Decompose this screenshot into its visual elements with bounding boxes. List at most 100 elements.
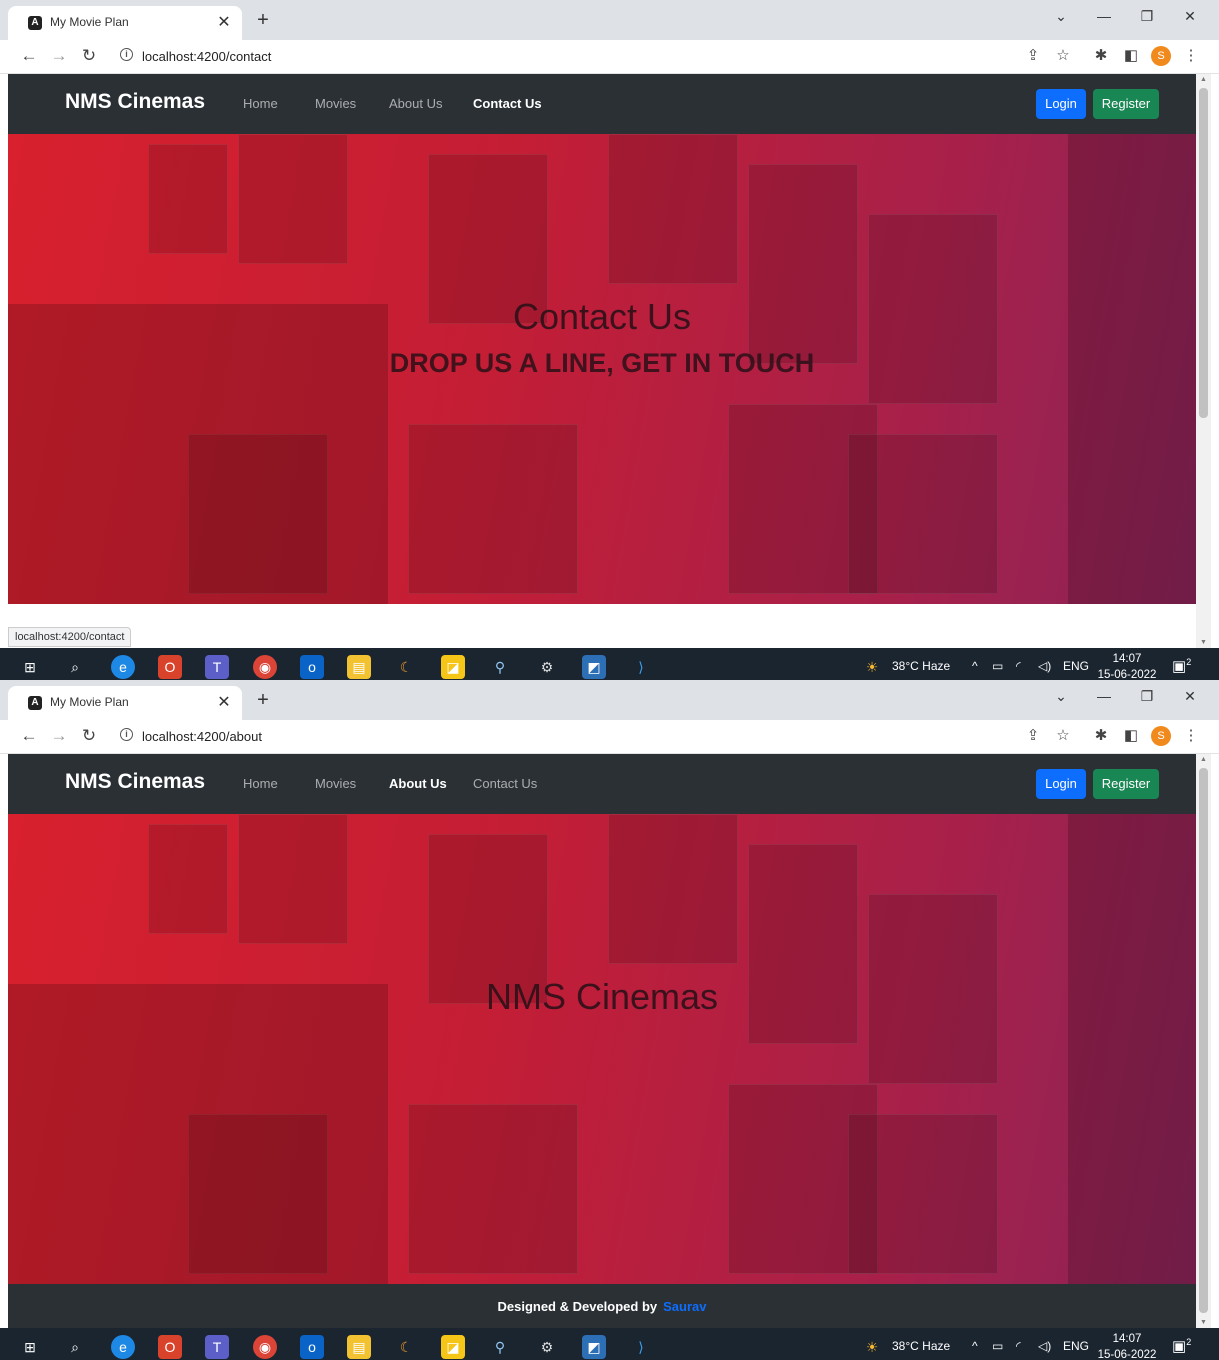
settings-gear-icon[interactable]: ⚙ [535, 655, 559, 679]
new-tab-icon[interactable]: + [252, 689, 274, 712]
nav-contact[interactable]: Contact Us [473, 96, 542, 111]
nav-home[interactable]: Home [243, 776, 278, 791]
url-field[interactable]: i localhost:4200/contact [110, 45, 1010, 69]
tab-search-icon[interactable]: ⌄ [1050, 688, 1072, 705]
side-panel-icon[interactable]: ◧ [1120, 726, 1142, 744]
browser-tab[interactable]: A My Movie Plan ✕ [8, 686, 242, 720]
extensions-icon[interactable]: ✱ [1090, 726, 1112, 744]
side-panel-icon[interactable]: ◧ [1120, 46, 1142, 64]
sticky-notes-icon[interactable]: ◪ [441, 655, 465, 679]
register-button[interactable]: Register [1093, 89, 1159, 119]
profile-avatar[interactable]: S [1151, 46, 1171, 66]
minimize-icon[interactable]: — [1093, 688, 1115, 704]
file-explorer-icon[interactable]: ▤ [347, 1335, 371, 1359]
navbar-brand[interactable]: NMS Cinemas [65, 90, 205, 114]
back-icon[interactable]: ← [18, 726, 40, 746]
sticky-notes-icon[interactable]: ◪ [441, 1335, 465, 1359]
login-button[interactable]: Login [1036, 769, 1086, 799]
weather-text[interactable]: 38°C Haze [892, 659, 950, 673]
network-app-icon[interactable]: ⚲ [488, 1335, 512, 1359]
edge-icon[interactable]: e [111, 655, 135, 679]
scroll-up-icon[interactable]: ▲ [1196, 756, 1211, 763]
scroll-thumb[interactable] [1199, 88, 1208, 418]
page-scrollbar[interactable]: ▲ ▼ [1196, 74, 1211, 648]
minimize-icon[interactable]: — [1093, 8, 1115, 24]
chrome-icon[interactable]: ◉ [253, 1335, 277, 1359]
eclipse-icon[interactable]: ☾ [394, 1335, 418, 1359]
window-close-icon[interactable]: ✕ [1179, 8, 1201, 25]
search-icon[interactable]: ⌕ [63, 1335, 87, 1359]
clock[interactable]: 14:07 15-06-2022 [1097, 1331, 1157, 1360]
site-info-icon[interactable]: i [120, 48, 133, 61]
scroll-down-icon[interactable]: ▼ [1196, 1319, 1211, 1326]
nav-about[interactable]: About Us [389, 96, 442, 111]
teams-icon[interactable]: T [205, 655, 229, 679]
url-field[interactable]: i localhost:4200/about [110, 725, 1010, 749]
restore-icon[interactable]: ❐ [1136, 8, 1158, 25]
tray-chevron-icon[interactable]: ^ [972, 1339, 978, 1353]
notification-icon[interactable]: ▣2 [1172, 1337, 1191, 1355]
edge-icon[interactable]: e [111, 1335, 135, 1359]
share-icon[interactable]: ⇪ [1022, 726, 1044, 744]
menu-kebab-icon[interactable]: ⋮ [1180, 726, 1202, 744]
vscode-icon[interactable]: ⟩ [629, 1335, 653, 1359]
scroll-down-icon[interactable]: ▼ [1196, 639, 1211, 646]
vscode-icon[interactable]: ⟩ [629, 655, 653, 679]
volume-icon[interactable]: ◁) [1038, 1339, 1051, 1353]
language-indicator[interactable]: ENG [1063, 659, 1089, 673]
office-icon[interactable]: O [158, 655, 182, 679]
weather-icon[interactable]: ☀ [860, 655, 884, 679]
network-app-icon[interactable]: ⚲ [488, 655, 512, 679]
tray-chevron-icon[interactable]: ^ [972, 659, 978, 673]
battery-icon[interactable]: ▭ [992, 659, 1003, 673]
nav-movies[interactable]: Movies [315, 776, 356, 791]
nav-contact[interactable]: Contact Us [473, 776, 537, 791]
forward-icon[interactable]: → [48, 726, 70, 746]
page-scrollbar[interactable]: ▲ ▼ [1196, 754, 1211, 1328]
notification-icon[interactable]: ▣2 [1172, 657, 1191, 675]
register-button[interactable]: Register [1093, 769, 1159, 799]
teams-icon[interactable]: T [205, 1335, 229, 1359]
reload-icon[interactable]: ↻ [78, 46, 100, 66]
share-icon[interactable]: ⇪ [1022, 46, 1044, 64]
mysql-icon[interactable]: ◩ [582, 1335, 606, 1359]
tab-search-icon[interactable]: ⌄ [1050, 8, 1072, 25]
browser-tab[interactable]: A My Movie Plan ✕ [8, 6, 242, 40]
forward-icon[interactable]: → [48, 46, 70, 66]
office-icon[interactable]: O [158, 1335, 182, 1359]
nav-about[interactable]: About Us [389, 776, 447, 791]
new-tab-icon[interactable]: + [252, 9, 274, 32]
settings-gear-icon[interactable]: ⚙ [535, 1335, 559, 1359]
scroll-thumb[interactable] [1199, 768, 1208, 1313]
window-close-icon[interactable]: ✕ [1179, 688, 1201, 705]
profile-avatar[interactable]: S [1151, 726, 1171, 746]
windows-start-icon[interactable]: ⊞ [18, 1335, 42, 1359]
login-button[interactable]: Login [1036, 89, 1086, 119]
weather-icon[interactable]: ☀ [860, 1335, 884, 1359]
language-indicator[interactable]: ENG [1063, 1339, 1089, 1353]
navbar-brand[interactable]: NMS Cinemas [65, 770, 205, 794]
nav-home[interactable]: Home [243, 96, 278, 111]
chrome-icon[interactable]: ◉ [253, 655, 277, 679]
outlook-icon[interactable]: o [300, 1335, 324, 1359]
eclipse-icon[interactable]: ☾ [394, 655, 418, 679]
weather-text[interactable]: 38°C Haze [892, 1339, 950, 1353]
restore-icon[interactable]: ❐ [1136, 688, 1158, 705]
file-explorer-icon[interactable]: ▤ [347, 655, 371, 679]
nav-movies[interactable]: Movies [315, 96, 356, 111]
search-icon[interactable]: ⌕ [63, 655, 87, 679]
windows-start-icon[interactable]: ⊞ [18, 655, 42, 679]
battery-icon[interactable]: ▭ [992, 1339, 1003, 1353]
menu-kebab-icon[interactable]: ⋮ [1180, 46, 1202, 64]
footer-author-link[interactable]: Saurav [663, 1299, 706, 1314]
site-info-icon[interactable]: i [120, 728, 133, 741]
wifi-icon[interactable]: ◜ [1016, 1339, 1021, 1353]
bookmark-star-icon[interactable]: ☆ [1052, 726, 1074, 744]
mysql-icon[interactable]: ◩ [582, 655, 606, 679]
volume-icon[interactable]: ◁) [1038, 659, 1051, 673]
bookmark-star-icon[interactable]: ☆ [1052, 46, 1074, 64]
extensions-icon[interactable]: ✱ [1090, 46, 1112, 64]
outlook-icon[interactable]: o [300, 655, 324, 679]
tab-close-icon[interactable]: ✕ [214, 12, 234, 32]
scroll-up-icon[interactable]: ▲ [1196, 76, 1211, 83]
